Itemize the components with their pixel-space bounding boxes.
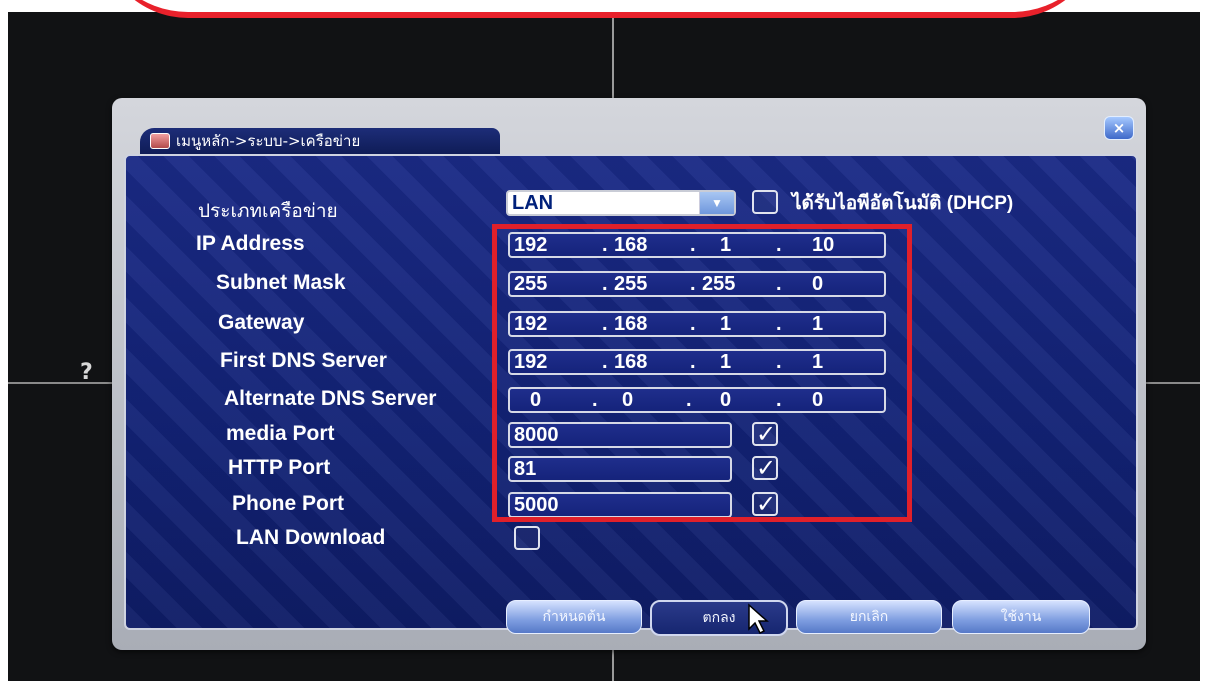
ip-address-label: IP Address: [196, 232, 305, 255]
advanced-button[interactable]: กำหนดต้น: [506, 600, 642, 634]
cancel-button[interactable]: ยกเลิก: [796, 600, 942, 634]
dialog-title: เมนูหลัก->ระบบ->เครือข่าย: [176, 132, 361, 150]
highlight-frame: [492, 224, 912, 522]
network-type-value: LAN: [512, 192, 554, 214]
network-type-label: ประเภทเครือข่าย: [198, 201, 338, 222]
mouse-cursor-icon: [748, 603, 769, 635]
close-button[interactable]: ×: [1104, 116, 1134, 140]
help-icon: ?: [80, 360, 93, 385]
dhcp-checkbox[interactable]: [752, 190, 778, 214]
subnet-mask-label: Subnet Mask: [216, 271, 346, 294]
menu-icon: [150, 133, 170, 149]
apply-button[interactable]: ใช้งาน: [952, 600, 1090, 634]
gateway-label: Gateway: [218, 311, 305, 334]
lan-download-label: LAN Download: [236, 526, 386, 549]
phone-port-label: Phone Port: [232, 492, 345, 515]
header-decoration: [100, 0, 1100, 18]
lan-download-checkbox[interactable]: [514, 526, 540, 550]
http-port-label: HTTP Port: [228, 456, 331, 479]
title-bar: เมนูหลัก->ระบบ->เครือข่าย: [140, 128, 500, 154]
alternate-dns-label: Alternate DNS Server: [224, 387, 437, 410]
dhcp-label: ได้รับไอพีอัตโนมัติ (DHCP): [792, 193, 1014, 214]
network-type-select[interactable]: LAN ▼: [506, 190, 736, 216]
chevron-down-icon[interactable]: ▼: [699, 192, 734, 214]
first-dns-label: First DNS Server: [220, 349, 387, 372]
media-port-label: media Port: [226, 422, 335, 445]
